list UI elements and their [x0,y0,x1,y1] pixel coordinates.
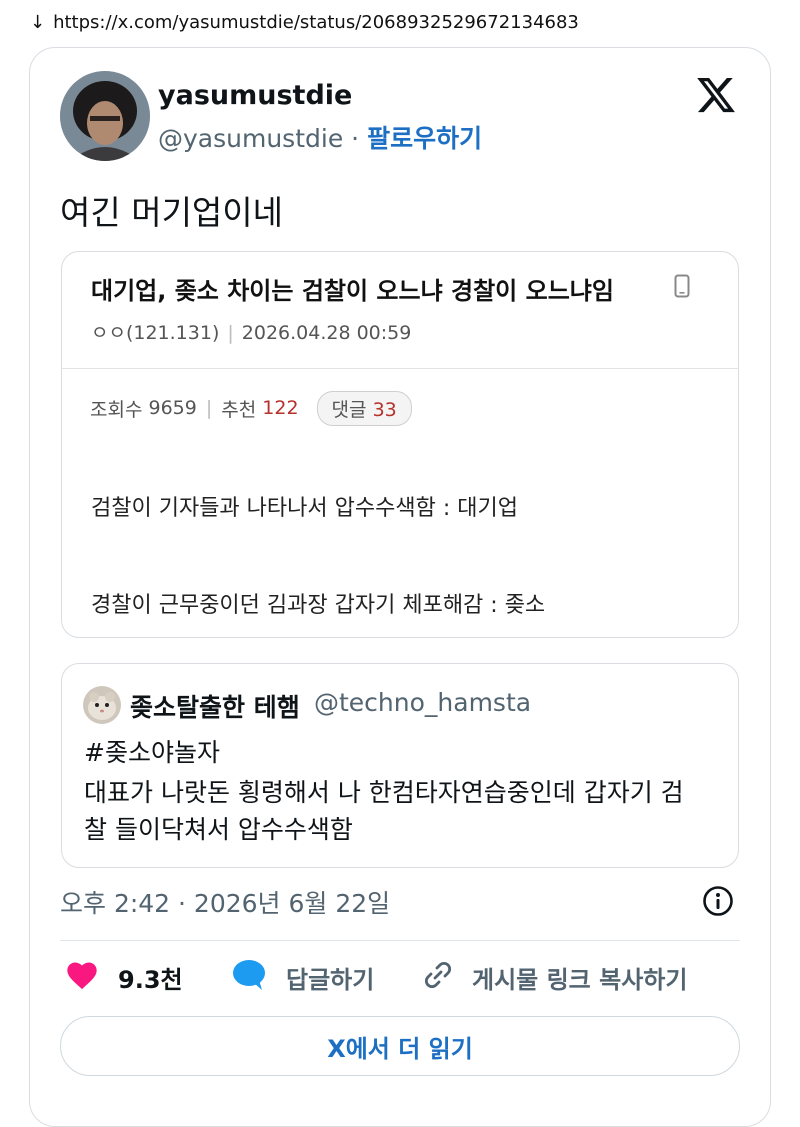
url-text[interactable]: https://x.com/yasumustdie/status/2068932… [53,12,579,33]
post-title: 대기업, 좆소 차이는 검찰이 오느냐 경찰이 오느냐임 [91,277,614,305]
link-icon [422,959,454,995]
tweet-text: 여긴 머기업이네 [60,193,284,232]
comments-badge: 댓글 33 [316,390,412,426]
post-meta: ㅇㅇ(121.131) | 2026.04.28 00:59 [91,318,411,345]
post-stats: 조회수 9659 | 추천 122 댓글 33 [90,390,412,426]
quoted-display-name: 좆소탈출한 테햄 [130,693,300,722]
post-body-line: 검찰이 기자들과 나타나서 압수수색함 : 대기업 [91,496,518,521]
views-count: 9659 [148,397,197,419]
follow-button[interactable]: 팔로우하기 [367,124,482,153]
post-date: 2026.04.28 00:59 [241,322,412,344]
views-label: 조회수 [90,398,143,421]
like-button[interactable]: 9.3천 [66,957,183,997]
comments-label: 댓글 [331,398,367,421]
copy-link-button[interactable]: 게시물 링크 복사하기 [422,957,687,997]
url-bar[interactable]: ↓ https://x.com/yasumustdie/status/20689… [0,0,800,44]
quoted-text-line: #좆소야놀자 [84,738,220,767]
stats-separator: | [205,397,213,419]
author-handle-line: @yasumustdie · 팔로우하기 [158,119,482,155]
mobile-icon [674,274,690,298]
reply-bubble-icon [232,959,266,995]
author-handle[interactable]: @yasumustdie [158,124,343,153]
recommend-label: 추천 [221,398,257,421]
reply-label: 답글하기 [286,965,375,994]
meta-separator: | [227,322,234,344]
author-avatar[interactable] [60,71,150,161]
read-more-button[interactable]: X에서 더 읽기 [60,1016,740,1076]
recommend-count: 122 [262,397,299,419]
action-divider [60,940,740,941]
heart-icon [66,960,98,994]
info-icon[interactable] [702,885,734,917]
handle-separator: · [343,124,368,153]
quoted-author-avatar [83,686,121,724]
x-logo-icon[interactable] [695,74,737,116]
tweet-timestamp[interactable]: 오후 2:42 · 2026년 6월 22일 [60,884,390,920]
comments-count: 33 [372,398,397,421]
post-body-line: 경찰이 근무중이던 김과장 갑자기 체포해감 : 좆소 [91,593,546,618]
post-divider [62,368,738,369]
reply-button[interactable]: 답글하기 [232,957,374,997]
quoted-text-line: 대표가 나랏돈 횡령해서 나 한컴타자연습중인데 갑자기 검 [84,778,684,807]
post-author: ㅇㅇ(121.131) [91,322,220,344]
like-count: 9.3천 [118,965,183,994]
embedded-post-image[interactable] [61,251,739,638]
author-display-name[interactable]: yasumustdie [158,80,352,111]
download-arrow-icon: ↓ [30,11,46,33]
copy-link-label: 게시물 링크 복사하기 [472,965,688,994]
quoted-handle: @techno_hamsta [314,688,532,717]
quoted-text-line: 찰 들이닥쳐서 압수수색함 [84,815,353,844]
